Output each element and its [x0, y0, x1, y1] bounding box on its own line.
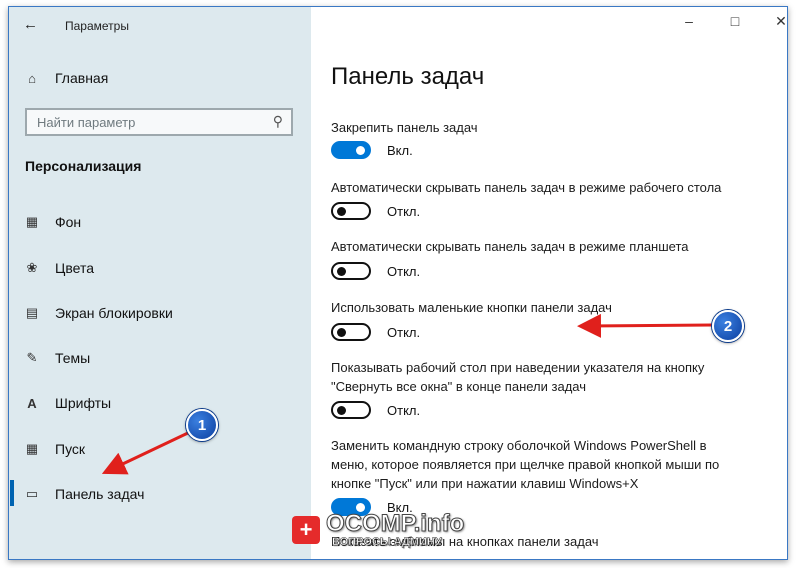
sidebar-item-label: Главная — [55, 70, 109, 86]
sidebar-item-background[interactable]: ▦ Фон — [23, 214, 81, 230]
toggle-state: Откл. — [387, 263, 421, 279]
palette-icon: ❀ — [26, 260, 38, 275]
toggle-state: Вкл. — [387, 142, 413, 158]
settings-window: ← Параметры ⌂ Главная ⚲ Персонализация ▦… — [8, 6, 788, 560]
window-title: Параметры — [65, 19, 129, 33]
fonts-icon: A — [27, 395, 37, 411]
sidebar-item-label: Шрифты — [55, 395, 112, 411]
setting-label-small-buttons: Использовать маленькие кнопки панели зад… — [331, 300, 612, 315]
image-icon: ▦ — [25, 214, 39, 229]
toggle-row-autohide-tablet: Откл. — [331, 262, 420, 280]
toggle-row-peek-desktop: Откл. — [331, 401, 420, 419]
toggle-switch[interactable] — [331, 141, 371, 159]
toggle-state: Откл. — [387, 402, 421, 418]
maximize-icon[interactable]: □ — [725, 13, 745, 29]
search-input[interactable] — [27, 110, 277, 134]
close-icon[interactable]: ✕ — [771, 13, 787, 30]
taskbar-icon: ▭ — [25, 486, 39, 501]
home-icon: ⌂ — [28, 70, 36, 86]
toggle-state: Откл. — [387, 324, 421, 340]
back-arrow-icon[interactable]: ← — [23, 16, 38, 33]
toggle-state: Откл. — [387, 203, 421, 219]
minimize-icon[interactable]: – — [679, 13, 699, 29]
annotation-badge-1: 1 — [186, 409, 218, 441]
setting-label-autohide-tablet: Автоматически скрывать панель задач в ре… — [331, 239, 689, 254]
setting-label-lock-taskbar: Закрепить панель задач — [331, 120, 478, 135]
watermark: + OCOMP.info ВОПРОСЫ АДМИНУ — [292, 510, 465, 548]
sidebar-item-label: Темы — [55, 350, 91, 366]
sidebar-item-colors[interactable]: ❀ Цвета — [23, 260, 94, 276]
setting-label-peek-desktop: Показывать рабочий стол при наведении ук… — [331, 360, 705, 394]
sidebar-item-taskbar[interactable]: ▭ Панель задач — [9, 480, 145, 506]
start-icon: ▦ — [25, 441, 39, 456]
sidebar: ← Параметры ⌂ Главная ⚲ Персонализация ▦… — [9, 7, 311, 559]
toggle-row-autohide-desktop: Откл. — [331, 202, 420, 220]
search-box[interactable]: ⚲ — [25, 108, 293, 136]
toggle-switch[interactable] — [331, 323, 371, 341]
section-heading: Персонализация — [25, 158, 142, 174]
setting-label-powershell: Заменить командную строку оболочкой Wind… — [331, 438, 720, 491]
watermark-brand: OCOMP.info — [325, 510, 465, 537]
search-icon[interactable]: ⚲ — [273, 113, 283, 130]
toggle-switch[interactable] — [331, 202, 371, 220]
watermark-subtitle: ВОПРОСЫ АДМИНУ — [332, 536, 442, 548]
sidebar-item-home[interactable]: ⌂ Главная — [23, 70, 108, 86]
themes-icon: ✎ — [26, 350, 38, 365]
sidebar-item-label: Пуск — [55, 441, 86, 457]
main-content: – □ ✕ Панель задач Закрепить панель зада… — [311, 7, 787, 559]
sidebar-item-lock-screen[interactable]: ▤ Экран блокировки — [23, 305, 173, 321]
toggle-switch[interactable] — [331, 401, 371, 419]
sidebar-item-label: Панель задач — [55, 486, 145, 502]
plus-icon: + — [292, 516, 320, 544]
annotation-badge-2: 2 — [712, 310, 744, 342]
sidebar-item-start[interactable]: ▦ Пуск — [23, 441, 85, 457]
toggle-row-small-buttons: Откл. — [331, 323, 420, 341]
lock-screen-icon: ▤ — [25, 305, 39, 320]
toggle-row-lock-taskbar: Вкл. — [331, 141, 413, 159]
toggle-switch[interactable] — [331, 262, 371, 280]
page-title: Панель задач — [331, 63, 485, 90]
setting-label-autohide-desktop: Автоматически скрывать панель задач в ре… — [331, 180, 722, 195]
sidebar-item-themes[interactable]: ✎ Темы — [23, 350, 91, 366]
sidebar-item-fonts[interactable]: A Шрифты — [23, 395, 111, 411]
sidebar-item-label: Экран блокировки — [55, 305, 173, 321]
sidebar-item-label: Цвета — [55, 260, 94, 276]
sidebar-item-label: Фон — [55, 214, 82, 230]
